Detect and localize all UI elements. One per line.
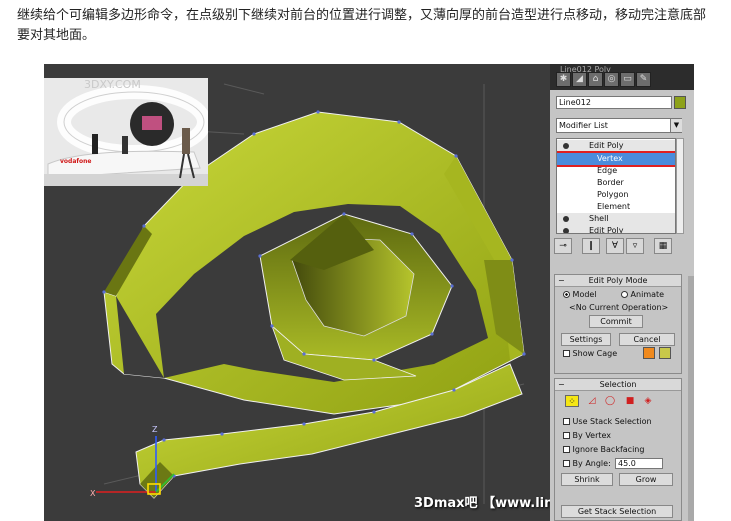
- stack-item-label: Edge: [597, 166, 618, 175]
- stack-item-edit-poly-2[interactable]: Edit Poly: [557, 225, 675, 234]
- stack-item-label: Vertex: [597, 154, 623, 163]
- stack-item-edit-poly[interactable]: Edit Poly: [557, 140, 675, 152]
- settings-button[interactable]: Settings: [561, 333, 611, 346]
- modifier-stack[interactable]: Edit Poly Vertex Edge Border Polygon Ele…: [556, 138, 676, 234]
- by-vertex-checkbox[interactable]: By Vertex: [563, 431, 611, 440]
- polygon-level-icon[interactable]: ■: [623, 395, 637, 407]
- display-tab-icon[interactable]: ▭: [620, 72, 635, 87]
- stack-item-polygon[interactable]: Polygon: [557, 189, 675, 201]
- article-caption: 继续给个可编辑多边形命令，在点级别下继续对前台的位置进行调整，又薄向厚的前台造型…: [17, 8, 707, 43]
- perspective-viewport[interactable]: Z X 3DXY.COM vodafone 3Dmax吧 【www.linee: [44, 64, 694, 521]
- svg-text:X: X: [90, 489, 96, 498]
- stack-item-element[interactable]: Element: [557, 201, 675, 213]
- show-cage-checkbox[interactable]: Show Cage: [563, 349, 617, 358]
- use-stack-selection-checkbox[interactable]: Use Stack Selection: [563, 417, 652, 426]
- command-panel-tabs: Line012 Poly ✱ ◢ ⌂ ◎ ▭ ✎: [550, 64, 694, 90]
- svg-text:Z: Z: [152, 425, 158, 434]
- motion-tab-icon[interactable]: ◎: [604, 72, 619, 87]
- modify-tab-icon[interactable]: ◢: [572, 72, 587, 87]
- bulb-icon[interactable]: [563, 216, 569, 222]
- command-panel: Line012 Poly ✱ ◢ ⌂ ◎ ▭ ✎ Line012 Modifie…: [550, 64, 694, 521]
- stack-toolbar: ⊸ ❙ ∀ ▿ ▦: [554, 238, 690, 254]
- selection-header[interactable]: − Selection: [555, 379, 681, 391]
- reference-render: [44, 78, 208, 186]
- edge-level-icon[interactable]: ◿: [585, 395, 599, 407]
- vertex-level-icon[interactable]: ⁘: [565, 395, 579, 407]
- by-angle-checkbox[interactable]: By Angle:: [563, 459, 611, 468]
- bulb-icon[interactable]: [563, 143, 569, 149]
- stack-item-border[interactable]: Border: [557, 177, 675, 189]
- current-operation-status: <No Current Operation>: [569, 303, 669, 312]
- thumbnail-site-logo: 3DXY.COM: [84, 78, 141, 91]
- stack-item-label: Edit Poly: [589, 141, 624, 150]
- chevron-down-icon[interactable]: ▼: [670, 119, 682, 132]
- stack-item-edge[interactable]: Edge: [557, 165, 675, 177]
- shrink-button[interactable]: Shrink: [561, 473, 613, 486]
- hierarchy-tab-icon[interactable]: ⌂: [588, 72, 603, 87]
- stack-item-shell[interactable]: Shell: [557, 213, 675, 225]
- rollout-title: Selection: [599, 380, 637, 389]
- panel-scrollbar[interactable]: [688, 276, 694, 521]
- element-level-icon[interactable]: ◈: [641, 395, 655, 407]
- commit-button[interactable]: Commit: [589, 315, 643, 328]
- rollout-title: Edit Poly Mode: [588, 276, 648, 285]
- object-color-swatch[interactable]: [674, 96, 686, 109]
- thumbnail-brand-text: vodafone: [60, 158, 92, 165]
- stack-item-label: Polygon: [597, 190, 629, 199]
- edit-poly-mode-rollout: − Edit Poly Mode Model Animate <No Curren…: [554, 274, 682, 374]
- pin-stack-icon[interactable]: ⊸: [554, 238, 572, 254]
- stack-scrollbar[interactable]: [676, 138, 684, 234]
- cage-color-swatch-2[interactable]: [659, 347, 671, 359]
- bulb-icon[interactable]: [563, 228, 569, 233]
- cancel-button[interactable]: Cancel: [619, 333, 675, 346]
- reference-thumbnail: 3DXY.COM vodafone: [44, 78, 208, 186]
- stack-item-label: Border: [597, 178, 624, 187]
- show-end-result-icon[interactable]: ❙: [582, 238, 600, 254]
- border-level-icon[interactable]: ◯: [603, 395, 617, 407]
- selection-rollout: − Selection ⁘ ◿ ◯ ■ ◈ Use Stack Selection…: [554, 378, 682, 521]
- stack-item-vertex[interactable]: Vertex: [557, 151, 675, 167]
- configure-sets-icon[interactable]: ▦: [654, 238, 672, 254]
- grow-button[interactable]: Grow: [619, 473, 673, 486]
- object-name-field[interactable]: Line012: [556, 96, 672, 109]
- get-stack-selection-button[interactable]: Get Stack Selection: [561, 505, 673, 518]
- animate-radio[interactable]: Animate: [621, 290, 664, 299]
- utilities-tab-icon[interactable]: ✎: [636, 72, 651, 87]
- stack-item-label: Element: [597, 202, 631, 211]
- 3dsmax-screenshot: Z X 3DXY.COM vodafone 3Dmax吧 【www.linee: [44, 64, 694, 521]
- angle-value-field[interactable]: 45.0: [615, 458, 663, 469]
- modifier-list-dropdown[interactable]: Modifier List: [556, 118, 682, 133]
- make-unique-icon[interactable]: ∀: [606, 238, 624, 254]
- create-tab-icon[interactable]: ✱: [556, 72, 571, 87]
- remove-modifier-icon[interactable]: ▿: [626, 238, 644, 254]
- edit-poly-mode-header[interactable]: − Edit Poly Mode: [555, 275, 681, 287]
- stack-item-label: Edit Poly: [589, 226, 624, 234]
- stack-item-label: Shell: [589, 214, 609, 223]
- ignore-backfacing-checkbox[interactable]: Ignore Backfacing: [563, 445, 644, 454]
- cage-color-swatch-1[interactable]: [643, 347, 655, 359]
- model-radio[interactable]: Model: [563, 290, 597, 299]
